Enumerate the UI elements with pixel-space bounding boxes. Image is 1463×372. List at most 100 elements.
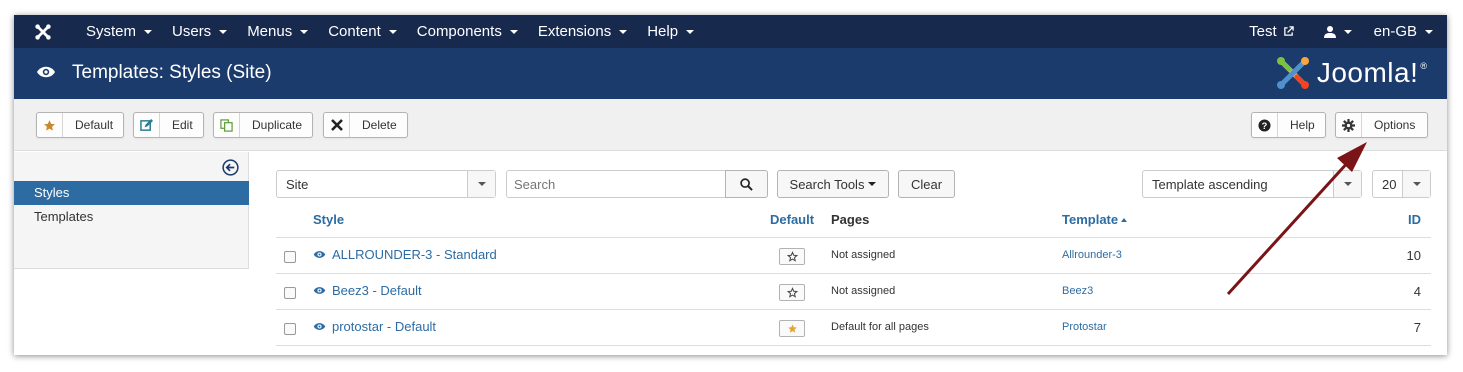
caret-down-icon bbox=[388, 29, 397, 34]
default-status-button[interactable] bbox=[779, 320, 805, 337]
chevron-down-icon bbox=[1402, 171, 1430, 197]
column-header-template[interactable]: Template bbox=[1062, 212, 1128, 227]
id-value: 7 bbox=[1413, 320, 1421, 335]
help-button[interactable]: ? Help bbox=[1251, 112, 1326, 138]
delete-button[interactable]: Delete bbox=[323, 112, 408, 138]
menu-label: Extensions bbox=[537, 23, 612, 40]
sidebar: Styles Templates bbox=[14, 152, 249, 269]
caret-down-icon bbox=[868, 182, 877, 186]
external-link-icon bbox=[1283, 26, 1294, 36]
site-link-label: Test bbox=[1249, 23, 1277, 40]
edit-button-label: Edit bbox=[172, 118, 193, 132]
menu-menus[interactable]: Menus bbox=[237, 15, 318, 48]
caret-down-icon bbox=[144, 29, 153, 34]
delete-button-label: Delete bbox=[362, 118, 397, 132]
user-menu[interactable] bbox=[1316, 15, 1360, 48]
search-button[interactable] bbox=[725, 170, 768, 198]
top-navbar: System Users Menus Content Components Ex… bbox=[14, 15, 1447, 48]
user-icon bbox=[1323, 26, 1336, 38]
pages-value: Not assigned bbox=[831, 249, 896, 261]
style-name: Beez3 - Default bbox=[332, 283, 422, 298]
row-checkbox[interactable] bbox=[284, 287, 296, 299]
set-default-button[interactable] bbox=[779, 284, 805, 301]
page-title: Templates: Styles (Site) bbox=[72, 62, 272, 83]
search-tools-label: Search Tools bbox=[789, 176, 865, 192]
style-name: protostar - Default bbox=[332, 319, 437, 334]
caret-down-icon bbox=[509, 29, 518, 34]
question-icon: ? bbox=[1252, 113, 1278, 137]
menu-label: System bbox=[86, 23, 137, 40]
limit-value: 20 bbox=[1382, 177, 1397, 192]
menu-label: Help bbox=[647, 23, 679, 40]
template-link[interactable]: Protostar bbox=[1062, 321, 1107, 333]
star-icon bbox=[787, 324, 797, 333]
caret-down-icon bbox=[686, 29, 695, 34]
navbar-right: Test en-GB bbox=[1241, 15, 1447, 48]
row-checkbox[interactable] bbox=[284, 251, 296, 263]
column-header-style[interactable]: Style bbox=[313, 212, 344, 227]
menu-users[interactable]: Users bbox=[162, 15, 237, 48]
search-icon bbox=[740, 177, 753, 191]
registered-mark: ® bbox=[1420, 61, 1427, 71]
menu-system[interactable]: System bbox=[76, 15, 162, 48]
site-link[interactable]: Test bbox=[1241, 15, 1302, 48]
options-button[interactable]: Options bbox=[1335, 112, 1429, 138]
eye-icon bbox=[313, 323, 326, 330]
client-filter-value: Site bbox=[286, 177, 309, 192]
default-button[interactable]: Default bbox=[36, 112, 125, 138]
duplicate-button-label: Duplicate bbox=[252, 118, 303, 132]
language-label: en-GB bbox=[1373, 23, 1417, 40]
template-link[interactable]: Allrounder-3 bbox=[1062, 249, 1122, 261]
menu-content[interactable]: Content bbox=[318, 15, 407, 48]
chevron-down-icon bbox=[467, 171, 495, 197]
style-link[interactable]: Beez3 - Default bbox=[313, 283, 422, 298]
caret-down-icon bbox=[1425, 29, 1433, 34]
eye-icon bbox=[313, 251, 326, 258]
close-icon bbox=[324, 113, 350, 137]
ordering-select[interactable]: Template ascending bbox=[1142, 170, 1362, 198]
search-tools-button[interactable]: Search Tools bbox=[777, 170, 889, 198]
caret-down-icon bbox=[619, 29, 628, 34]
joomla-icon[interactable] bbox=[34, 23, 52, 41]
row-checkbox[interactable] bbox=[284, 323, 296, 335]
menu-label: Components bbox=[416, 23, 502, 40]
menu-help[interactable]: Help bbox=[637, 15, 704, 48]
style-link[interactable]: ALLROUNDER-3 - Standard bbox=[313, 247, 497, 262]
caret-down-icon bbox=[300, 29, 309, 34]
star-outline-icon bbox=[786, 251, 798, 262]
eye-icon bbox=[313, 287, 326, 294]
main-menu: System Users Menus Content Components Ex… bbox=[76, 15, 704, 48]
clear-label: Clear bbox=[910, 176, 943, 192]
toolbar: Default Edit Duplicate Delete ? Help Opt… bbox=[14, 99, 1447, 151]
limit-select[interactable]: 20 bbox=[1372, 170, 1431, 198]
table-row: ALLROUNDER-3 - Standard Not assigned All… bbox=[276, 237, 1431, 273]
default-button-label: Default bbox=[75, 118, 114, 132]
column-header-template-label: Template bbox=[1062, 212, 1119, 227]
brand-name: Joomla! bbox=[1316, 57, 1419, 88]
copy-icon bbox=[214, 113, 240, 137]
template-link[interactable]: Beez3 bbox=[1062, 285, 1093, 297]
sidebar-item-styles[interactable]: Styles bbox=[14, 181, 249, 205]
pages-value: Not assigned bbox=[831, 285, 896, 297]
set-default-button[interactable] bbox=[779, 248, 805, 265]
sidebar-item-templates[interactable]: Templates bbox=[14, 205, 249, 229]
client-filter-select[interactable]: Site bbox=[276, 170, 496, 198]
column-header-id[interactable]: ID bbox=[1408, 212, 1421, 227]
clear-button[interactable]: Clear bbox=[898, 170, 955, 198]
ordering-value: Template ascending bbox=[1152, 177, 1268, 192]
edit-button[interactable]: Edit bbox=[133, 112, 204, 138]
menu-components[interactable]: Components bbox=[407, 15, 528, 48]
style-name: ALLROUNDER-3 - Standard bbox=[332, 247, 497, 262]
menu-extensions[interactable]: Extensions bbox=[528, 15, 637, 48]
collapse-sidebar-icon[interactable] bbox=[222, 159, 239, 176]
search-input[interactable] bbox=[506, 170, 726, 198]
column-header-default[interactable]: Default bbox=[770, 212, 814, 227]
joomla-logo-icon bbox=[1276, 57, 1309, 89]
chevron-down-icon bbox=[1333, 171, 1361, 197]
table-bottom-border bbox=[276, 345, 1431, 346]
page-header: Templates: Styles (Site) Joomla! ® bbox=[14, 48, 1447, 99]
language-menu[interactable]: en-GB bbox=[1366, 15, 1441, 48]
duplicate-button[interactable]: Duplicate bbox=[213, 112, 314, 138]
style-link[interactable]: protostar - Default bbox=[313, 319, 436, 334]
table-row: Beez3 - Default Not assigned Beez3 4 bbox=[276, 273, 1431, 309]
